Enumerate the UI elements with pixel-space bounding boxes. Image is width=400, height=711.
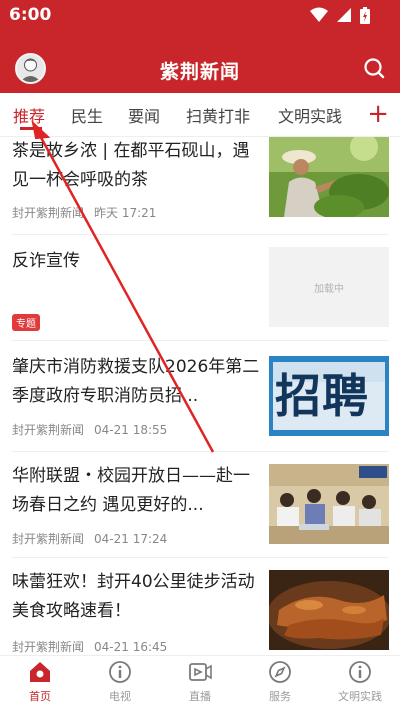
food-photo [269, 570, 389, 650]
classroom-photo [269, 464, 389, 544]
article-meta: 封开紫荆新闻 04-21 16:45 [12, 638, 167, 655]
tab-headlines[interactable]: 要闻 [128, 103, 160, 127]
article-time: 04-21 17:24 [94, 532, 168, 546]
article-meta: 封开紫荆新闻 04-21 18:55 [12, 421, 167, 438]
article-title[interactable]: 茶是故乡浓 | 在都平石砚山，遇见一杯会呼吸的茶 [12, 137, 260, 195]
tab-recommend[interactable]: 推荐 [13, 103, 45, 127]
article-title[interactable]: 肇庆市消防救援支队2026年第二季度政府专职消防员招... [12, 353, 260, 411]
channel-tabs: 推荐 民生 要闻 扫黄打非 文明实践 [0, 93, 400, 137]
status-icons [310, 7, 370, 24]
nav-home[interactable]: 首页 [0, 660, 80, 704]
battery-icon [360, 7, 370, 24]
article-title[interactable]: 反诈宣传 [12, 247, 260, 277]
article-time: 昨天 17:21 [94, 206, 157, 220]
app-header: 6:00 紫荆新闻 [0, 0, 400, 93]
info-circle-icon [109, 661, 131, 683]
page-title: 紫荆新闻 [159, 61, 240, 83]
play-icon [189, 663, 212, 681]
article-title[interactable]: 华附联盟・校园开放日——赴一场春日之约 遇见更好的... [12, 462, 260, 520]
article-thumbnail-loading[interactable]: 加载中 [269, 247, 389, 327]
tab-livelihood[interactable]: 民生 [71, 103, 103, 127]
divider [12, 451, 388, 452]
poster-text: 招聘 [275, 369, 369, 423]
nav-label: 直播 [189, 690, 211, 703]
loading-text: 加载中 [314, 283, 344, 295]
info-circle-icon [349, 661, 371, 683]
nav-civilization[interactable]: 文明实践 [320, 660, 400, 704]
article-thumbnail[interactable]: 招聘 [269, 356, 389, 436]
nav-tv[interactable]: 电视 [80, 660, 160, 704]
article-source: 封开紫荆新闻 [12, 640, 85, 654]
signal-icon [337, 8, 351, 22]
article-time: 04-21 16:45 [94, 640, 168, 654]
topic-badge: 专题 [12, 314, 40, 331]
article-meta: 封开紫荆新闻 昨天 17:21 [12, 204, 156, 221]
nav-service[interactable]: 服务 [240, 660, 320, 704]
article-meta: 封开紫荆新闻 04-21 17:24 [12, 530, 167, 547]
nav-label: 文明实践 [338, 690, 382, 703]
status-bar: 6:00 [0, 0, 400, 30]
article-thumbnail[interactable] [269, 137, 389, 217]
article-source: 封开紫荆新闻 [12, 423, 85, 437]
article-title[interactable]: 味蕾狂欢！封开40公里徒步活动美食攻略速看！ [12, 568, 260, 626]
search-icon[interactable] [363, 57, 385, 79]
nav-label: 电视 [109, 690, 131, 703]
tab-anti-porn[interactable]: 扫黄打非 [186, 103, 250, 127]
status-time: 6:00 [9, 5, 52, 25]
tab-civilization[interactable]: 文明实践 [278, 103, 342, 127]
compass-icon [269, 661, 291, 683]
divider [12, 234, 388, 235]
wifi-icon [310, 7, 328, 22]
article-thumbnail[interactable] [269, 570, 389, 650]
home-icon [30, 662, 50, 682]
nav-live[interactable]: 直播 [160, 660, 240, 704]
nav-label: 首页 [29, 690, 51, 703]
nav-label: 服务 [269, 690, 291, 703]
bottom-navigation: 首页 电视 直播 服务 文明实践 [0, 655, 400, 711]
active-tab-indicator [20, 127, 42, 130]
article-source: 封开紫荆新闻 [12, 206, 85, 220]
article-thumbnail[interactable] [269, 464, 389, 544]
tea-photo [269, 137, 389, 217]
add-channel-button[interactable]: + [367, 101, 389, 127]
divider [12, 340, 388, 341]
article-source: 封开紫荆新闻 [12, 532, 85, 546]
article-time: 04-21 18:55 [94, 423, 168, 437]
divider [12, 557, 388, 558]
